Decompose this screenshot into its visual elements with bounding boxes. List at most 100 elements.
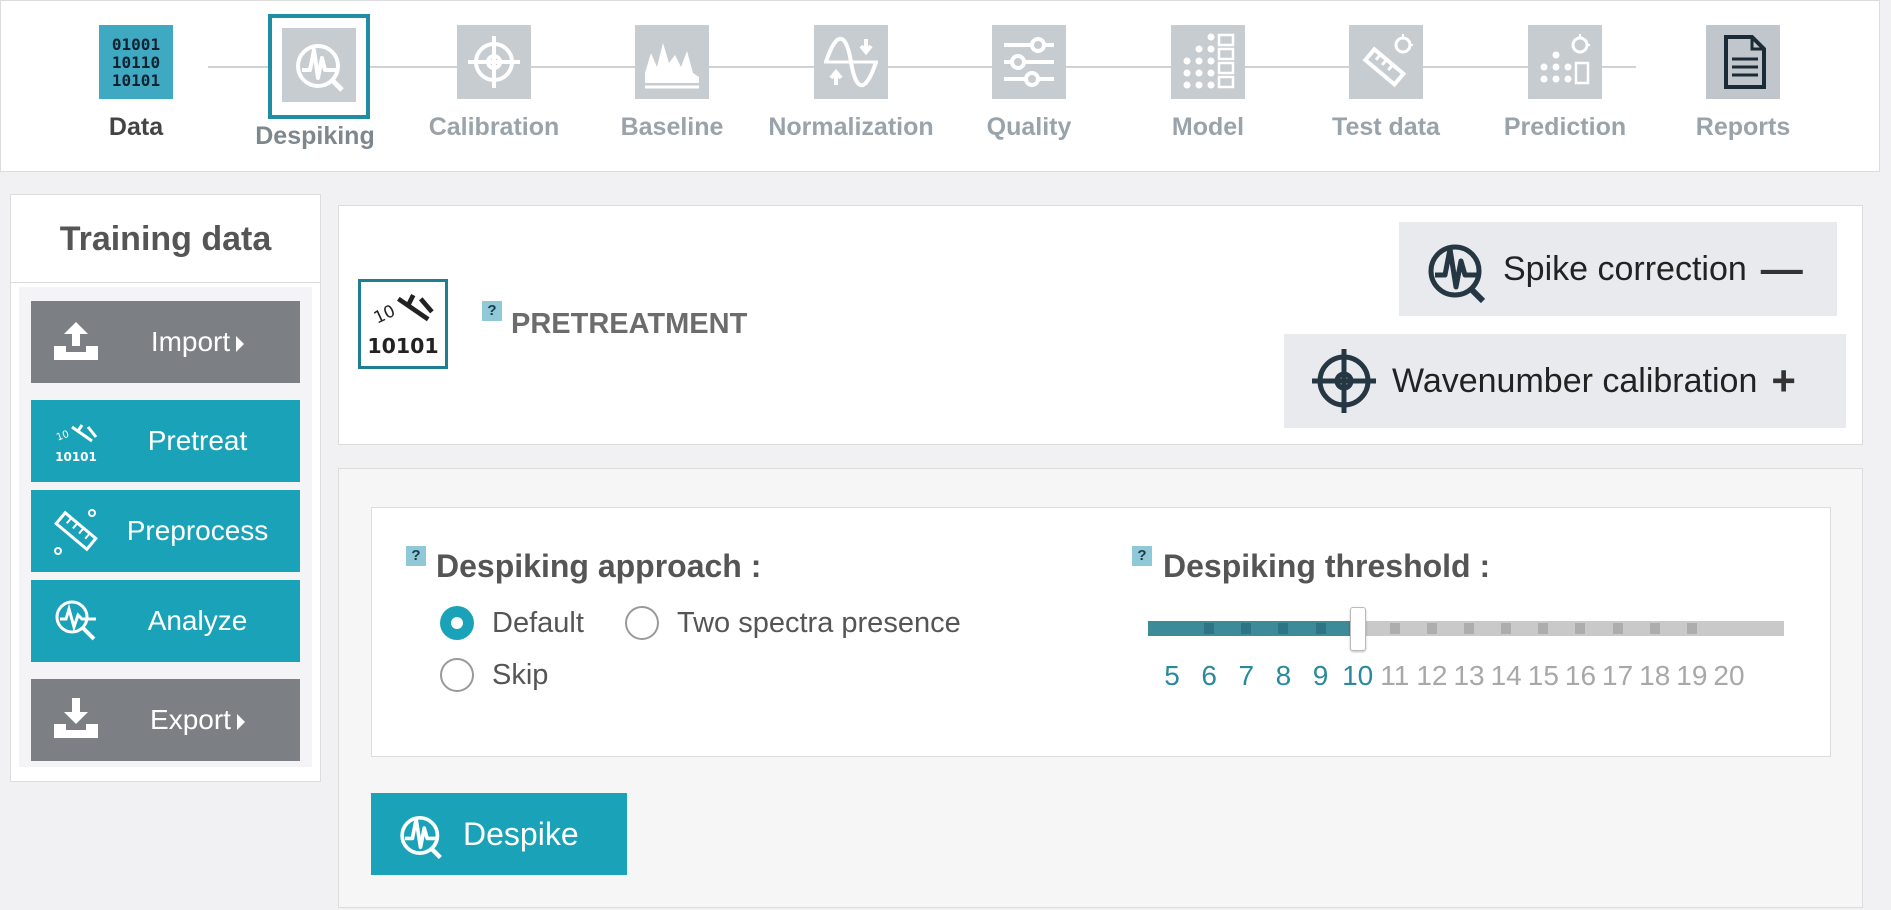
caret-right-icon xyxy=(236,713,245,730)
threshold-slider-track[interactable] xyxy=(1148,621,1784,636)
slider-tick xyxy=(1241,623,1252,634)
slider-tick xyxy=(1389,623,1400,634)
wavenumber-calibration-label: Wavenumber calibration xyxy=(1392,361,1758,400)
despike-button-label: Despike xyxy=(463,815,579,852)
step-label: Despiking xyxy=(255,122,375,150)
slider-tick xyxy=(1575,623,1586,634)
step-despiking[interactable]: Despiking xyxy=(230,1,400,173)
step-label: Normalization xyxy=(768,113,934,141)
slider-tick-label: 15 xyxy=(1527,660,1559,691)
despiking-icon xyxy=(1428,244,1486,303)
pretreat-button[interactable]: 10 10101 Pretreat xyxy=(31,400,300,482)
crosshair-icon xyxy=(1312,349,1376,413)
upload-icon xyxy=(31,301,121,383)
slider-tick-label: 8 xyxy=(1275,660,1292,691)
svg-text:10101: 10101 xyxy=(55,450,97,464)
radio-button[interactable] xyxy=(440,658,474,692)
baseline-spectrum-icon xyxy=(635,25,709,99)
export-button-label: Export xyxy=(150,704,231,735)
svg-text:10: 10 xyxy=(370,300,398,327)
workflow-stepper: 01001 10110 10101 Data Despiking Calibrati… xyxy=(0,0,1880,172)
expand-icon[interactable]: + xyxy=(1771,360,1796,402)
pretreat-icon-text: 10101 xyxy=(367,334,438,358)
import-button[interactable]: Import xyxy=(31,301,300,383)
radio-skip[interactable]: Skip xyxy=(440,658,548,692)
step-test-data[interactable]: Test data xyxy=(1301,1,1471,173)
document-icon xyxy=(1706,25,1780,99)
slider-tick-label: 14 xyxy=(1490,660,1522,691)
spike-correction-card[interactable]: Spike correction — xyxy=(1399,222,1837,316)
slider-tick xyxy=(1649,623,1660,634)
slider-tick-label: 18 xyxy=(1639,660,1671,691)
step-label: Data xyxy=(108,113,164,141)
step-normalization[interactable]: Normalization xyxy=(766,1,936,173)
radio-two-spectra-presence[interactable]: Two spectra presence xyxy=(625,606,961,640)
pretreat-hammer-icon: 10 10101 xyxy=(358,279,448,369)
pretreatment-panel: 10 10101 ? PRETREATMENT Spike correction … xyxy=(338,205,1863,445)
step-label: Quality xyxy=(986,113,1072,141)
step-calibration[interactable]: Calibration xyxy=(409,1,579,173)
svg-text:10101: 10101 xyxy=(112,71,160,90)
threshold-slider-handle[interactable] xyxy=(1349,607,1366,651)
preprocess-button[interactable]: Preprocess xyxy=(31,490,300,572)
import-button-label: Import xyxy=(150,326,231,357)
step-label: Prediction xyxy=(1503,113,1627,141)
caret-right-icon xyxy=(236,335,245,352)
download-icon xyxy=(31,679,121,761)
slider-tick-label: 12 xyxy=(1416,660,1448,691)
preprocess-ruler-icon xyxy=(31,490,121,572)
step-data[interactable]: 01001 10110 10101 Data xyxy=(51,1,221,173)
step-reports[interactable]: Reports xyxy=(1658,1,1828,173)
collapse-icon[interactable]: — xyxy=(1761,248,1803,290)
despiking-icon xyxy=(400,815,442,859)
despiking-options-box: ? Despiking approach : Default Two spect… xyxy=(371,507,1831,757)
pretreat-button-label: Pretreat xyxy=(147,425,248,456)
slider-tick-label: 17 xyxy=(1602,660,1634,691)
slider-tick-label: 11 xyxy=(1380,660,1410,691)
slider-tick xyxy=(1464,623,1475,634)
slider-tick xyxy=(1538,623,1549,634)
radio-label: Two spectra presence xyxy=(677,606,961,639)
sidebar-title: Training data xyxy=(11,195,320,283)
binary-data-icon: 01001 10110 10101 xyxy=(99,25,173,99)
help-icon[interactable]: ? xyxy=(482,301,502,321)
step-prediction[interactable]: Prediction xyxy=(1480,1,1650,173)
wavenumber-calibration-card[interactable]: Wavenumber calibration + xyxy=(1284,334,1846,428)
prediction-bulb-icon xyxy=(1528,25,1602,99)
radio-button[interactable] xyxy=(625,606,659,640)
step-quality[interactable]: Quality xyxy=(944,1,1114,173)
analyze-magnifier-icon xyxy=(31,580,121,662)
step-label: Reports xyxy=(1695,113,1791,141)
radio-button[interactable] xyxy=(440,606,474,640)
slider-tick-label: 7 xyxy=(1238,660,1255,691)
threshold-slider-fill xyxy=(1148,621,1358,636)
radio-label: Default xyxy=(492,606,584,639)
slider-tick-label: 5 xyxy=(1164,660,1180,691)
slider-tick-label: 19 xyxy=(1676,660,1708,691)
step-label: Baseline xyxy=(620,113,724,141)
svg-text:01001: 01001 xyxy=(112,35,160,54)
export-button[interactable]: Export xyxy=(31,679,300,761)
step-label: Calibration xyxy=(428,113,560,141)
despike-button[interactable]: Despike xyxy=(371,793,627,875)
slider-tick-label: 13 xyxy=(1453,660,1485,691)
radio-default[interactable]: Default xyxy=(440,606,584,640)
despiking-approach-heading: Despiking approach : xyxy=(436,548,762,584)
step-baseline[interactable]: Baseline xyxy=(587,1,757,173)
despiking-options-panel: ? Despiking approach : Default Two spect… xyxy=(338,468,1863,908)
normalization-wave-icon xyxy=(814,25,888,99)
pretreatment-title: PRETREATMENT xyxy=(511,308,748,340)
slider-tick xyxy=(1315,623,1326,634)
slider-tick xyxy=(1686,623,1697,634)
crosshair-icon xyxy=(457,25,531,99)
help-icon[interactable]: ? xyxy=(406,546,426,566)
analyze-button[interactable]: Analyze xyxy=(31,580,300,662)
help-icon[interactable]: ? xyxy=(1132,546,1152,566)
spike-correction-label: Spike correction xyxy=(1503,249,1747,288)
training-data-sidebar: Training data Import 10 10101 Pretreat Pr… xyxy=(10,194,321,782)
radio-label: Skip xyxy=(492,658,549,691)
slider-tick xyxy=(1612,623,1623,634)
dot-grid-model-icon xyxy=(1171,25,1245,99)
step-model[interactable]: Model xyxy=(1123,1,1293,173)
sliders-icon xyxy=(992,25,1066,99)
